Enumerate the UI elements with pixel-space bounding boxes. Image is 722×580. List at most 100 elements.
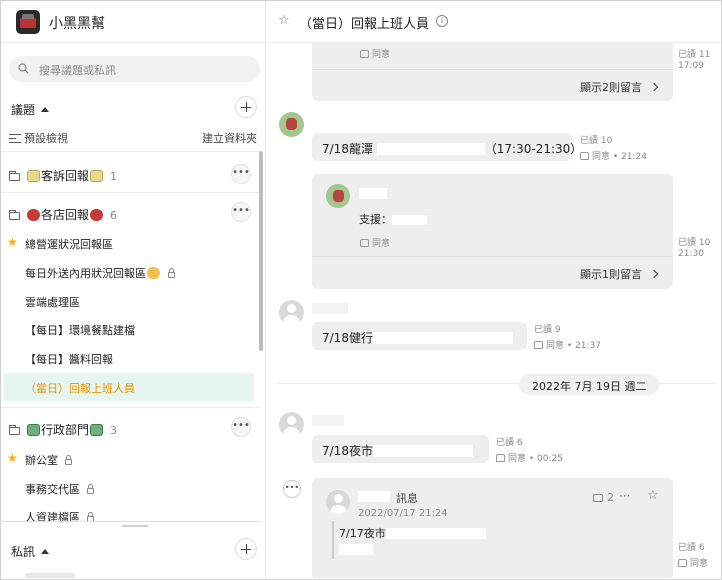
divider	[312, 69, 673, 70]
folder-more-button[interactable]: •••	[231, 164, 251, 184]
dm-item[interactable]	[25, 573, 75, 578]
channel-item[interactable]: 人資建檔區	[25, 509, 94, 525]
like-label: 同意	[546, 341, 565, 351]
show-replies-label: 顯示2則留言	[580, 81, 642, 94]
app-name[interactable]: 小黑黑幫	[49, 13, 105, 33]
message-text: 7/18夜市	[322, 442, 473, 459]
resize-handle[interactable]	[122, 525, 148, 527]
channel-item-active[interactable]: （當日）回報上班人員	[4, 373, 254, 401]
message-text-part: （17:30-21:30）	[484, 142, 583, 156]
sidebar-scrollbar[interactable]	[259, 151, 263, 351]
clip-emoji-icon	[90, 170, 104, 182]
message-time: 21:24	[621, 152, 647, 162]
like-button[interactable]: 同意	[678, 556, 708, 569]
channel-label: 每日外送內用狀況回報區	[25, 267, 146, 280]
channel-item[interactable]: 辦公室	[25, 452, 72, 468]
redacted-text	[385, 528, 486, 539]
folder-count: 1	[110, 170, 118, 183]
channel-label: 事務交代區	[25, 483, 80, 496]
folder-icon	[9, 171, 20, 181]
avatar[interactable]	[279, 300, 304, 325]
like-button[interactable]: 同意	[360, 236, 390, 249]
like-label: 同意	[372, 239, 391, 249]
info-icon[interactable]: i	[436, 15, 448, 27]
dm-header[interactable]: 私訊	[11, 543, 50, 560]
search-input[interactable]: 搜尋議題或私訊	[9, 56, 260, 82]
read-count: 已讀 9	[534, 325, 561, 335]
channel-title: （當日）回報上班人員	[299, 17, 430, 32]
default-view-label: 預設檢視	[24, 132, 68, 145]
message-time: 21:30	[678, 249, 704, 259]
app-header: 小黑黑幫	[1, 1, 265, 43]
redacted-text	[392, 215, 427, 225]
sort-icon	[9, 134, 21, 143]
message-bubble: 7/18龍潭 （17:30-21:30）	[312, 133, 582, 161]
date-separator: 2022年 7月 19日 週二	[519, 374, 660, 395]
like-button[interactable]: 同意 • 21:24	[580, 149, 647, 162]
thumbs-up-icon	[678, 559, 687, 567]
folder-stores[interactable]: 各店回報 6	[9, 206, 117, 223]
read-count: 已讀 10	[580, 136, 613, 146]
folder-count: 6	[110, 209, 118, 222]
thumbs-up-icon	[580, 152, 589, 160]
divider	[1, 151, 261, 152]
channel-label: 人資建檔區	[25, 511, 80, 524]
channel-item[interactable]: 【每日】環境餐點建檔	[25, 322, 135, 338]
message-time: 00:25	[537, 454, 563, 464]
star-outline-icon[interactable]: ☆	[278, 13, 290, 28]
reply-text: 支援：	[359, 211, 427, 227]
lock-icon	[168, 268, 175, 278]
app-logo[interactable]	[16, 10, 40, 34]
avatar[interactable]	[279, 412, 304, 437]
channel-item[interactable]: 總營運狀況回報區	[25, 236, 113, 252]
thumbs-up-icon	[534, 341, 543, 349]
folder-admin[interactable]: 行政部門 3	[9, 421, 117, 438]
message-time: 21:37	[575, 341, 601, 351]
avatar[interactable]	[326, 490, 350, 514]
like-button[interactable]: 同意 • 00:25	[496, 451, 563, 464]
topics-header[interactable]: 議題	[11, 101, 50, 118]
avatar[interactable]	[326, 184, 350, 208]
default-view-button[interactable]: 預設檢視	[9, 130, 68, 146]
folder-more-button[interactable]: •••	[231, 417, 251, 437]
channel-item[interactable]: 雲端處理區	[25, 294, 80, 310]
sidebar: 小黑黑幫 搜尋議題或私訊 議題 預設檢視 建立資料夾 客訴回報 1 ••• 各店回…	[1, 1, 266, 578]
thumbs-up-icon	[360, 239, 369, 247]
add-dm-button[interactable]	[235, 538, 257, 560]
show-replies-label: 顯示1則留言	[580, 268, 642, 281]
lock-icon	[87, 484, 94, 494]
picture-emoji-icon	[90, 424, 104, 436]
folder-label: 行政部門	[41, 423, 90, 437]
avatar[interactable]	[279, 112, 304, 137]
redacted-name	[312, 415, 344, 426]
more-icon[interactable]: ···	[619, 489, 630, 503]
add-topic-button[interactable]	[235, 96, 257, 118]
folder-more-button[interactable]: •••	[231, 202, 251, 222]
like-label: 同意	[690, 559, 709, 569]
channel-item[interactable]: 事務交代區	[25, 481, 94, 497]
like-button[interactable]: 同意 • 21:37	[534, 338, 601, 351]
channel-item[interactable]: 【每日】醬料回報	[25, 351, 113, 367]
caret-up-icon	[41, 107, 50, 112]
channel-item[interactable]: 每日外送內用狀況回報區	[25, 265, 175, 281]
redacted-name	[312, 303, 348, 314]
clip-emoji-icon	[27, 170, 40, 182]
search-icon	[18, 63, 29, 74]
like-label: 同意	[372, 50, 391, 60]
like-button[interactable]: 同意	[360, 47, 390, 60]
clap-emoji-icon	[147, 267, 160, 279]
channel-view: ☆ （當日）回報上班人員 i 同意 顯示2則留言 已讀 11 17:09 7/18…	[267, 1, 721, 578]
show-replies-link[interactable]: 顯示1則留言	[580, 266, 659, 282]
dm-header-label: 私訊	[11, 545, 36, 559]
message-bubble: 7/18夜市	[312, 435, 489, 463]
comment-icon[interactable]: •••	[283, 480, 301, 498]
reply-count-button[interactable]: 2	[593, 491, 614, 504]
create-folder-link[interactable]: 建立資料夾	[202, 130, 257, 146]
meat-emoji-icon	[90, 209, 104, 221]
thread-card: 支援： 同意 顯示1則留言	[312, 174, 673, 289]
star-outline-icon[interactable]: ☆	[647, 488, 659, 503]
show-replies-link[interactable]: 顯示2則留言	[580, 79, 659, 95]
comment-date: 2022/07/17 21:24	[358, 508, 448, 519]
chevron-right-icon	[649, 82, 659, 92]
folder-complaints[interactable]: 客訴回報 1	[9, 167, 117, 184]
